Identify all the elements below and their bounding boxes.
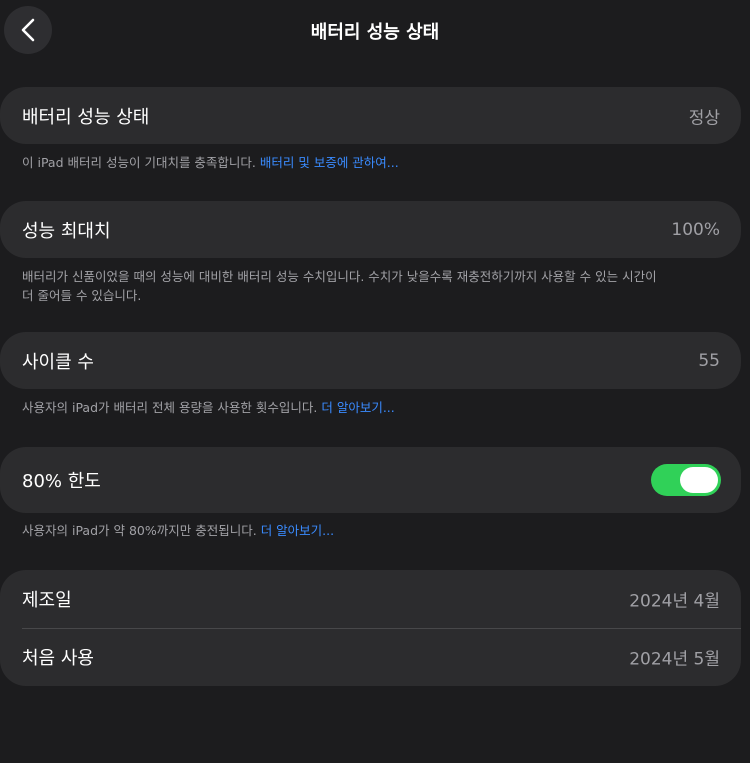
battery-health-value: 정상 bbox=[688, 108, 720, 128]
maximum-capacity-label: 성능 최대치 bbox=[22, 220, 111, 242]
battery-health-label: 배터리 성능 상태 bbox=[22, 106, 150, 128]
battery-warranty-link[interactable]: 배터리 및 보증에 관하여... bbox=[260, 155, 399, 170]
charge-limit-learn-more-link[interactable]: 더 알아보기... bbox=[261, 523, 334, 538]
battery-health-row[interactable]: 배터리 성능 상태 정상 bbox=[0, 87, 741, 144]
cycle-count-value: 55 bbox=[698, 350, 720, 371]
charge-limit-label: 80% 한도 bbox=[22, 471, 101, 492]
cycle-count-footnote-text: 사용자의 iPad가 배터리 전체 용량을 사용한 횟수입니다. bbox=[22, 400, 318, 415]
maximum-capacity-row: 성능 최대치 100% bbox=[0, 201, 741, 258]
toggle-knob bbox=[680, 467, 718, 493]
page-title: 배터리 성능 상태 bbox=[310, 22, 440, 43]
charge-limit-toggle[interactable] bbox=[651, 464, 721, 496]
first-use-label: 처음 사용 bbox=[22, 648, 94, 669]
battery-health-group: 배터리 성능 상태 정상 bbox=[0, 87, 741, 144]
navigation-bar: 배터리 성능 상태 bbox=[0, 0, 750, 62]
manufacture-date-row: 제조일 2024년 4월 bbox=[0, 570, 741, 628]
maximum-capacity-value: 100% bbox=[671, 219, 720, 240]
cycle-count-group: 사이클 수 55 bbox=[0, 332, 741, 389]
maximum-capacity-footnote: 배터리가 신품이었을 때의 성능에 대비한 배터리 성능 수치입니다. 수치가 … bbox=[22, 267, 722, 305]
cycle-count-learn-more-link[interactable]: 더 알아보기... bbox=[321, 400, 394, 415]
cycle-count-label: 사이클 수 bbox=[22, 351, 94, 373]
maximum-capacity-footnote-line2: 더 줄어들 수 있습니다. bbox=[22, 288, 142, 303]
charge-limit-group: 80% 한도 bbox=[0, 447, 741, 513]
cycle-count-footnote: 사용자의 iPad가 배터리 전체 용량을 사용한 횟수입니다. 더 알아보기.… bbox=[22, 398, 722, 417]
manufacture-date-label: 제조일 bbox=[22, 590, 72, 611]
manufacture-date-value: 2024년 4월 bbox=[629, 591, 720, 612]
charge-limit-row: 80% 한도 bbox=[0, 447, 741, 513]
maximum-capacity-group: 성능 최대치 100% bbox=[0, 201, 741, 258]
first-use-value: 2024년 5월 bbox=[629, 649, 720, 670]
battery-health-footnote: 이 iPad 배터리 성능이 기대치를 충족합니다. 배터리 및 보증에 관하여… bbox=[22, 153, 722, 172]
dates-group: 제조일 2024년 4월 처음 사용 2024년 5월 bbox=[0, 570, 741, 686]
maximum-capacity-footnote-line1: 배터리가 신품이었을 때의 성능에 대비한 배터리 성능 수치입니다. 수치가 … bbox=[22, 269, 657, 284]
charge-limit-footnote-text: 사용자의 iPad가 약 80%까지만 충전됩니다. bbox=[22, 523, 257, 538]
first-use-row: 처음 사용 2024년 5월 bbox=[0, 628, 741, 686]
battery-health-footnote-text: 이 iPad 배터리 성능이 기대치를 충족합니다. bbox=[22, 155, 256, 170]
cycle-count-row: 사이클 수 55 bbox=[0, 332, 741, 389]
charge-limit-footnote: 사용자의 iPad가 약 80%까지만 충전됩니다. 더 알아보기... bbox=[22, 521, 722, 540]
